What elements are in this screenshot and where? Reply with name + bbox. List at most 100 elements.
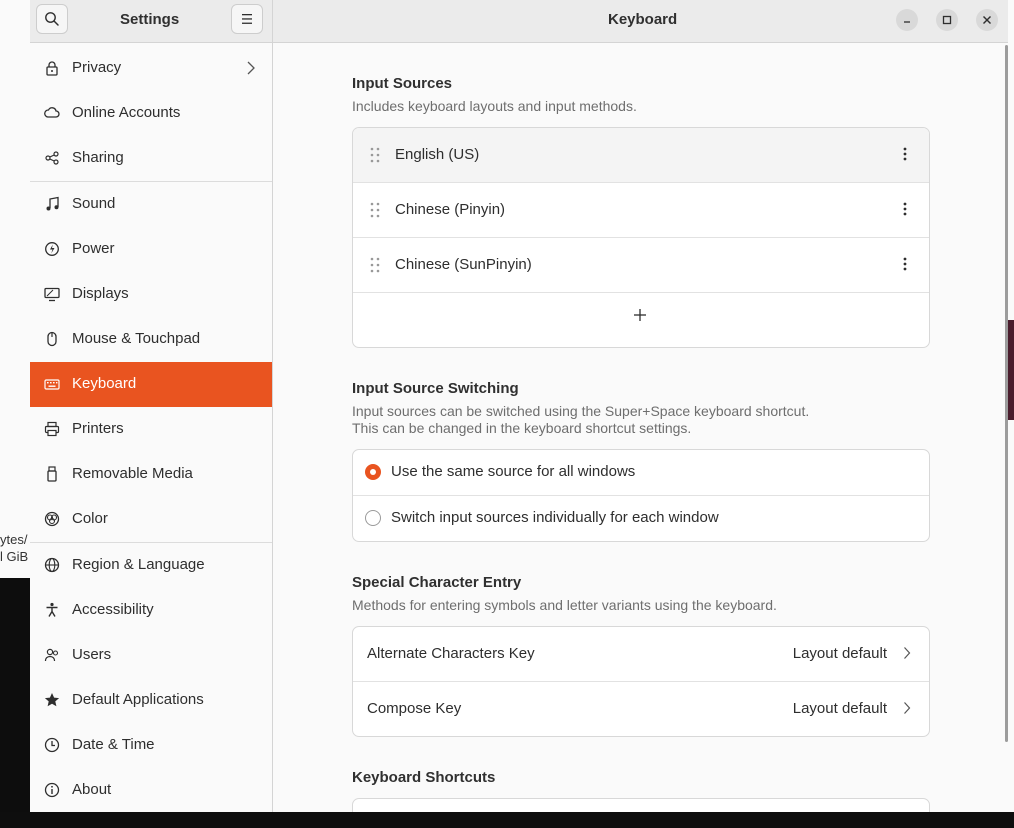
input-source-label: Chinese (Pinyin) [395,201,506,218]
display-icon [44,287,60,302]
sidebar-item-printers[interactable]: Printers [30,407,272,452]
sidebar-item-label: Default Applications [72,691,204,708]
info-icon [44,782,60,798]
drag-handle-icon[interactable] [369,256,381,274]
sidebar: Privacy Online Accounts Sharing Sound Po… [30,43,273,812]
sidebar-item-label: Sharing [72,149,124,166]
input-source-row[interactable]: Chinese (SunPinyin) [353,238,929,293]
chevron-right-icon [247,61,255,75]
menu-button[interactable] [231,4,263,34]
radio-option-label: Switch input sources individually for ea… [391,509,719,526]
plus-icon [634,309,646,321]
more-options-icon[interactable] [903,146,907,162]
sidebar-item-date-time[interactable]: Date & Time [30,723,272,768]
sidebar-item-label: Date & Time [72,736,155,753]
drag-handle-icon[interactable] [369,201,381,219]
sidebar-header: Settings [30,0,273,42]
sidebar-item-label: Users [72,646,112,663]
star-icon [44,693,60,707]
lock-icon [46,61,58,76]
maximize-button[interactable] [936,9,958,31]
close-button[interactable] [976,9,998,31]
sidebar-item-keyboard[interactable]: Keyboard [30,362,272,407]
sidebar-item-label: Sound [72,195,116,212]
sidebar-item-label: Privacy [72,59,122,76]
sidebar-title: Settings [120,11,180,28]
radio-option-same-source[interactable]: Use the same source for all windows [353,450,929,496]
input-source-label: English (US) [395,146,480,163]
input-source-row[interactable]: English (US) [353,128,929,183]
page-title: Keyboard [608,11,678,28]
search-button[interactable] [36,4,68,34]
sidebar-item-label: Keyboard [72,375,137,392]
add-input-source-button[interactable] [353,293,929,347]
input-source-label: Chinese (SunPinyin) [395,256,532,273]
input-sources-description: Includes keyboard layouts and input meth… [352,98,637,114]
input-sources-title: Input Sources [352,75,453,92]
sidebar-item-region-language[interactable]: Region & Language [30,543,272,588]
globe-icon [44,557,60,573]
special-character-entry-title: Special Character Entry [352,574,522,591]
sidebar-item-color[interactable]: Color [30,497,272,542]
drag-handle-icon[interactable] [369,146,381,164]
sidebar-item-default-applications[interactable]: Default Applications [30,678,272,723]
mouse-icon [47,331,57,347]
keyboard-panel: Input Sources Includes keyboard layouts … [273,43,1008,812]
switching-description-line2: This can be changed in the keyboard shor… [352,420,692,436]
printer-icon [44,421,60,437]
radio-option-per-window[interactable]: Switch input sources individually for ea… [353,496,929,541]
sidebar-item-users[interactable]: Users [30,633,272,678]
users-icon [44,648,59,662]
switching-options: Use the same source for all windows Swit… [352,449,930,542]
sidebar-item-sharing[interactable]: Sharing [30,136,272,181]
switching-description-line1: Input sources can be switched using the … [352,403,810,419]
row-label: Compose Key [367,700,462,717]
sidebar-item-label: Color [72,510,108,527]
special-character-description: Methods for entering symbols and letter … [352,597,777,613]
hamburger-menu-icon [242,14,252,24]
background-text-fragment: l GiB [0,549,29,564]
input-source-switching-title: Input Source Switching [352,380,519,397]
keyboard-shortcuts-card[interactable] [352,798,930,812]
minimize-button[interactable] [896,9,918,31]
desktop-background-window [1008,320,1014,420]
sidebar-item-label: Printers [72,420,124,437]
sidebar-item-online-accounts[interactable]: Online Accounts [30,91,272,136]
sidebar-item-sound[interactable]: Sound [30,182,272,227]
sidebar-item-label: Mouse & Touchpad [72,330,201,347]
sidebar-item-label: Accessibility [72,601,154,618]
sidebar-item-displays[interactable]: Displays [30,272,272,317]
compose-key-row[interactable]: Compose Key Layout default [353,682,929,736]
sidebar-item-mouse-touchpad[interactable]: Mouse & Touchpad [30,317,272,362]
sidebar-item-label: About [72,781,112,798]
sidebar-item-label: Power [72,240,115,257]
row-label: Alternate Characters Key [367,645,535,662]
sidebar-item-power[interactable]: Power [30,227,272,272]
input-sources-list: English (US) Chinese (Pinyin) Chinese (S… [352,127,930,348]
maximize-icon [942,15,952,25]
accessibility-icon [46,602,58,617]
sidebar-item-accessibility[interactable]: Accessibility [30,588,272,633]
settings-window: Settings Keyboard Privacy Online Account… [30,0,1008,812]
clock-icon [44,737,60,753]
sidebar-item-label: Region & Language [72,556,205,573]
radio-option-label: Use the same source for all windows [391,463,636,480]
share-icon [45,151,59,165]
radio-unselected-icon[interactable] [365,510,381,526]
sidebar-item-label: Displays [72,285,129,302]
scrollbar[interactable] [1005,45,1008,742]
sidebar-item-about[interactable]: About [30,768,272,812]
sidebar-item-removable-media[interactable]: Removable Media [30,452,272,497]
special-character-options: Alternate Characters Key Layout default … [352,626,930,737]
sidebar-item-privacy[interactable]: Privacy [30,46,272,91]
alternate-characters-key-row[interactable]: Alternate Characters Key Layout default [353,627,929,682]
chevron-right-icon [904,647,911,659]
keyboard-icon [44,379,60,390]
color-icon [44,511,60,527]
radio-selected-icon[interactable] [365,464,381,480]
more-options-icon[interactable] [903,201,907,217]
more-options-icon[interactable] [903,256,907,272]
power-icon [45,242,59,256]
keyboard-shortcuts-title: Keyboard Shortcuts [352,769,496,786]
input-source-row[interactable]: Chinese (Pinyin) [353,183,929,238]
